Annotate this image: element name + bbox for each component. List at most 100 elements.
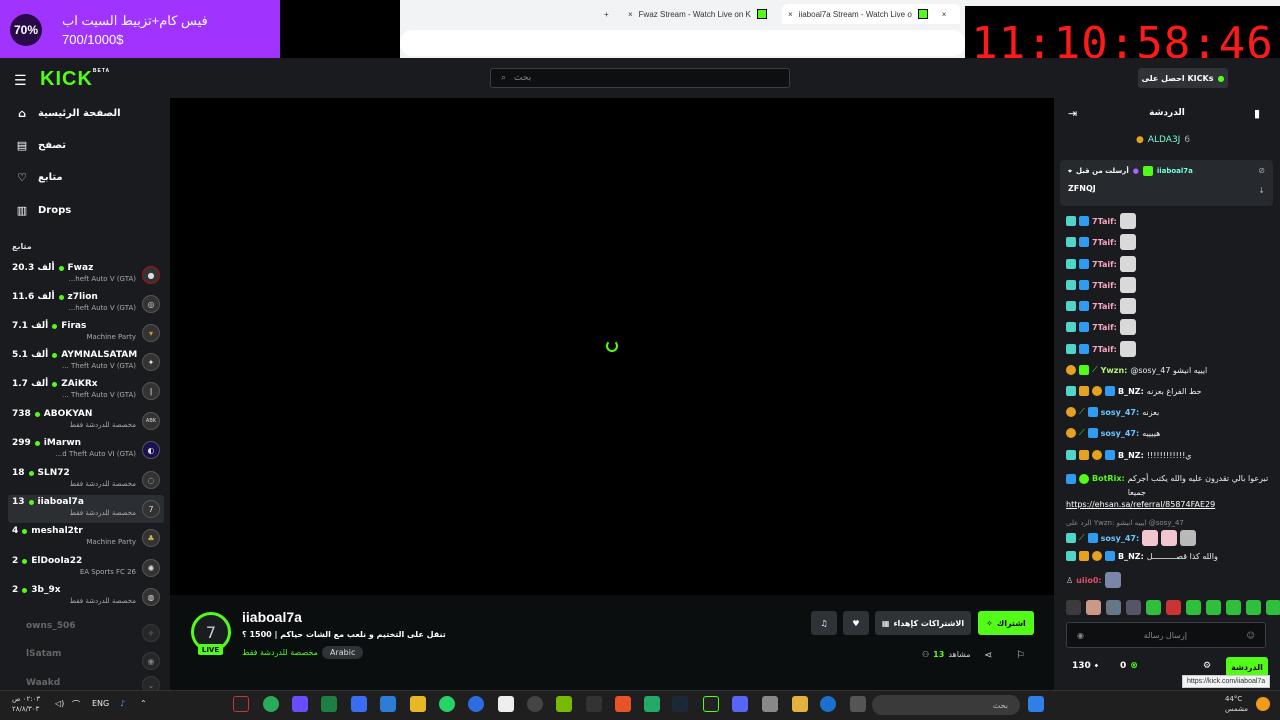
nav-home[interactable]: ⌂ الصفحة الرئيسية: [16, 107, 121, 120]
weather-widget[interactable]: 44°C مشمس: [1225, 694, 1248, 714]
photos-icon[interactable]: [380, 696, 396, 712]
follow-heart-button[interactable]: ♥: [843, 611, 869, 635]
emote-icon[interactable]: [1206, 600, 1221, 615]
emote-icon[interactable]: [1146, 600, 1161, 615]
widgets-icon[interactable]: [292, 696, 308, 712]
chrome-icon[interactable]: [644, 696, 660, 712]
emote-icon[interactable]: [1246, 600, 1261, 615]
emoji-icon[interactable]: ☺: [1247, 631, 1255, 640]
sidebar-channel-meshal2tr[interactable]: 4 meshal2tr Machine Party ♣: [8, 524, 164, 552]
copilot-icon[interactable]: [351, 696, 367, 712]
search-input[interactable]: ⌕ بحث: [490, 68, 790, 88]
chat-user[interactable]: 7Taif:: [1092, 323, 1117, 332]
menu-icon[interactable]: ☰: [14, 73, 27, 89]
close-icon[interactable]: ×: [628, 10, 633, 19]
nav-browse[interactable]: ▤ تصفح: [16, 139, 66, 152]
chat-user[interactable]: 7Taif:: [1092, 217, 1117, 226]
unpin-icon[interactable]: ⊘: [1258, 166, 1265, 175]
sidebar-channel-sln72[interactable]: 18 SLN72 مخصصة للدردشة فقط ◌: [8, 466, 164, 494]
nav-drops[interactable]: ▥ Drops: [16, 204, 71, 217]
chat-user[interactable]: 7Taif:: [1092, 260, 1117, 269]
chat-settings-icon[interactable]: ⚙: [1203, 661, 1211, 671]
leaderboard-icon[interactable]: ▮: [1254, 107, 1260, 120]
sidebar-channel-z7lion[interactable]: 11.6 ألف z7lion ...heft Auto V (GTA) ◎: [8, 290, 164, 318]
chat-input[interactable]: ◉ إرسال رسالة ☺: [1066, 622, 1266, 648]
channel-points[interactable]: 130 ⬩: [1072, 661, 1098, 671]
sidebar-channel-offline[interactable]: lSatam ◉: [8, 647, 164, 675]
chat-user[interactable]: sosy_47:: [1101, 429, 1140, 438]
chat-user[interactable]: sosy_47:: [1101, 534, 1140, 543]
epic-launcher-icon[interactable]: [233, 696, 249, 712]
sidebar-channel-zaikrx[interactable]: 1.7 ألف ZAiKRx ... Theft Auto V (GTA) ǀ: [8, 377, 164, 405]
chat-user[interactable]: 7Taif:: [1092, 281, 1117, 290]
sidebar-channel-firas[interactable]: 7.1 ألف Firas Machine Party ▾: [8, 319, 164, 347]
chat-user[interactable]: 7Taif:: [1092, 345, 1117, 354]
nav-following[interactable]: ♡ متابع: [16, 171, 63, 184]
emote-icon[interactable]: [1086, 600, 1101, 615]
sidebar-channel-offline[interactable]: owns_506 ✧: [8, 619, 164, 647]
store-icon[interactable]: [762, 696, 778, 712]
chat-user[interactable]: BotRix:: [1092, 472, 1125, 486]
tray-chevron-icon[interactable]: ⌃: [140, 699, 147, 708]
language-tag[interactable]: Arabic: [322, 646, 364, 659]
sidebar-channel-abokyan[interactable]: 738 ABOKYAN مخصصة للدردشة فقط ABK: [8, 407, 164, 435]
emote-icon[interactable]: [1186, 600, 1201, 615]
get-kicks-button[interactable]: احصل على KICKs ●: [1138, 68, 1228, 88]
emote-icon[interactable]: [1266, 600, 1280, 615]
new-tab-button[interactable]: +: [604, 4, 609, 24]
referral-link[interactable]: https://ehsan.sa/referral/85874FAE29: [1066, 500, 1215, 509]
chat-user[interactable]: uiio0:: [1076, 576, 1101, 585]
tray-language[interactable]: ENG: [92, 699, 109, 708]
kicks-balance[interactable]: 0 ⊗: [1120, 661, 1138, 671]
tab-fwaz[interactable]: × Fwaz Stream - Watch Live on K: [628, 4, 778, 24]
emote-icon[interactable]: [1126, 600, 1141, 615]
taskbar-search[interactable]: بحث: [872, 695, 1020, 715]
streamer-name[interactable]: iiaboal7a: [242, 609, 302, 625]
chat-user[interactable]: 7Taif:: [1092, 302, 1117, 311]
sidebar-channel-iiaboal7a[interactable]: 13 iiaboal7a مخصصة للدردشة فقط 7: [8, 495, 164, 523]
stream-category[interactable]: مخصصة للدردشة فقط: [242, 648, 318, 657]
volume-icon[interactable]: ◁): [55, 699, 64, 708]
emote-icon[interactable]: [1066, 600, 1081, 615]
wifi-icon[interactable]: ⌒: [72, 699, 80, 710]
emote-icon[interactable]: [1166, 600, 1181, 615]
collapse-chat-icon[interactable]: ⇥: [1068, 107, 1077, 120]
emote-icon[interactable]: [1226, 600, 1241, 615]
chat-user[interactable]: sosy_47:: [1101, 408, 1140, 417]
epic-icon[interactable]: [586, 696, 602, 712]
capcut-icon[interactable]: [498, 696, 514, 712]
file-explorer-icon[interactable]: [792, 696, 808, 712]
task-view-icon[interactable]: [850, 696, 866, 712]
chat-user[interactable]: B_NZ:: [1118, 552, 1144, 561]
share-icon[interactable]: ⋖: [984, 650, 992, 661]
tab-iiaboal7a[interactable]: × iiaboal7a Stream - Watch Live o ×: [782, 4, 960, 24]
kick-logo[interactable]: KICKBETA: [40, 68, 110, 91]
sidebar-channel-offline[interactable]: Waakd ⌄: [8, 676, 164, 690]
chat-user[interactable]: 7Taif:: [1092, 238, 1117, 247]
expand-icon[interactable]: ↓: [1258, 186, 1265, 195]
xbox-icon[interactable]: [321, 696, 337, 712]
brave-icon[interactable]: [615, 696, 631, 712]
chat-user[interactable]: B_NZ:: [1118, 451, 1144, 460]
ea-icon[interactable]: [468, 696, 484, 712]
report-icon[interactable]: ⚐: [1016, 650, 1025, 661]
sidebar-channel-imarwn[interactable]: 299 iMarwn ...d Theft Auto VI (GTA) ◐: [8, 436, 164, 464]
start-icon[interactable]: [1028, 696, 1044, 712]
edge-icon[interactable]: [820, 696, 836, 712]
steam-icon[interactable]: [672, 696, 688, 712]
close-icon[interactable]: ×: [942, 10, 947, 19]
address-bar[interactable]: [400, 30, 965, 56]
sidebar-channel-3b9x[interactable]: 2 3b_9x مخصصة للدردشة فقط ◍: [8, 583, 164, 611]
taskbar-clock[interactable]: ٠٢:٠٣ ص ٢٨/٨/٣٠٣: [12, 694, 40, 714]
discord-icon[interactable]: [732, 696, 748, 712]
mic-tray-icon[interactable]: ♪: [120, 699, 125, 708]
app-icon[interactable]: [703, 696, 719, 712]
send-chat-button[interactable]: الدردشة: [1226, 657, 1268, 677]
sidebar-channel-aymnalsatam[interactable]: 5.1 ألف AYMNALSATAM ... Theft Auto V (GTA)…: [8, 348, 164, 376]
sidebar-channel-eldooia22[interactable]: 2 ElDooIa22 EA Sports FC 26 ✺: [8, 554, 164, 582]
nvidia-icon[interactable]: [556, 696, 572, 712]
emote-icon[interactable]: [1106, 600, 1121, 615]
chat-user[interactable]: Ywzn:: [1101, 366, 1128, 375]
rockstar-icon[interactable]: [410, 696, 426, 712]
close-icon[interactable]: ×: [788, 10, 793, 19]
